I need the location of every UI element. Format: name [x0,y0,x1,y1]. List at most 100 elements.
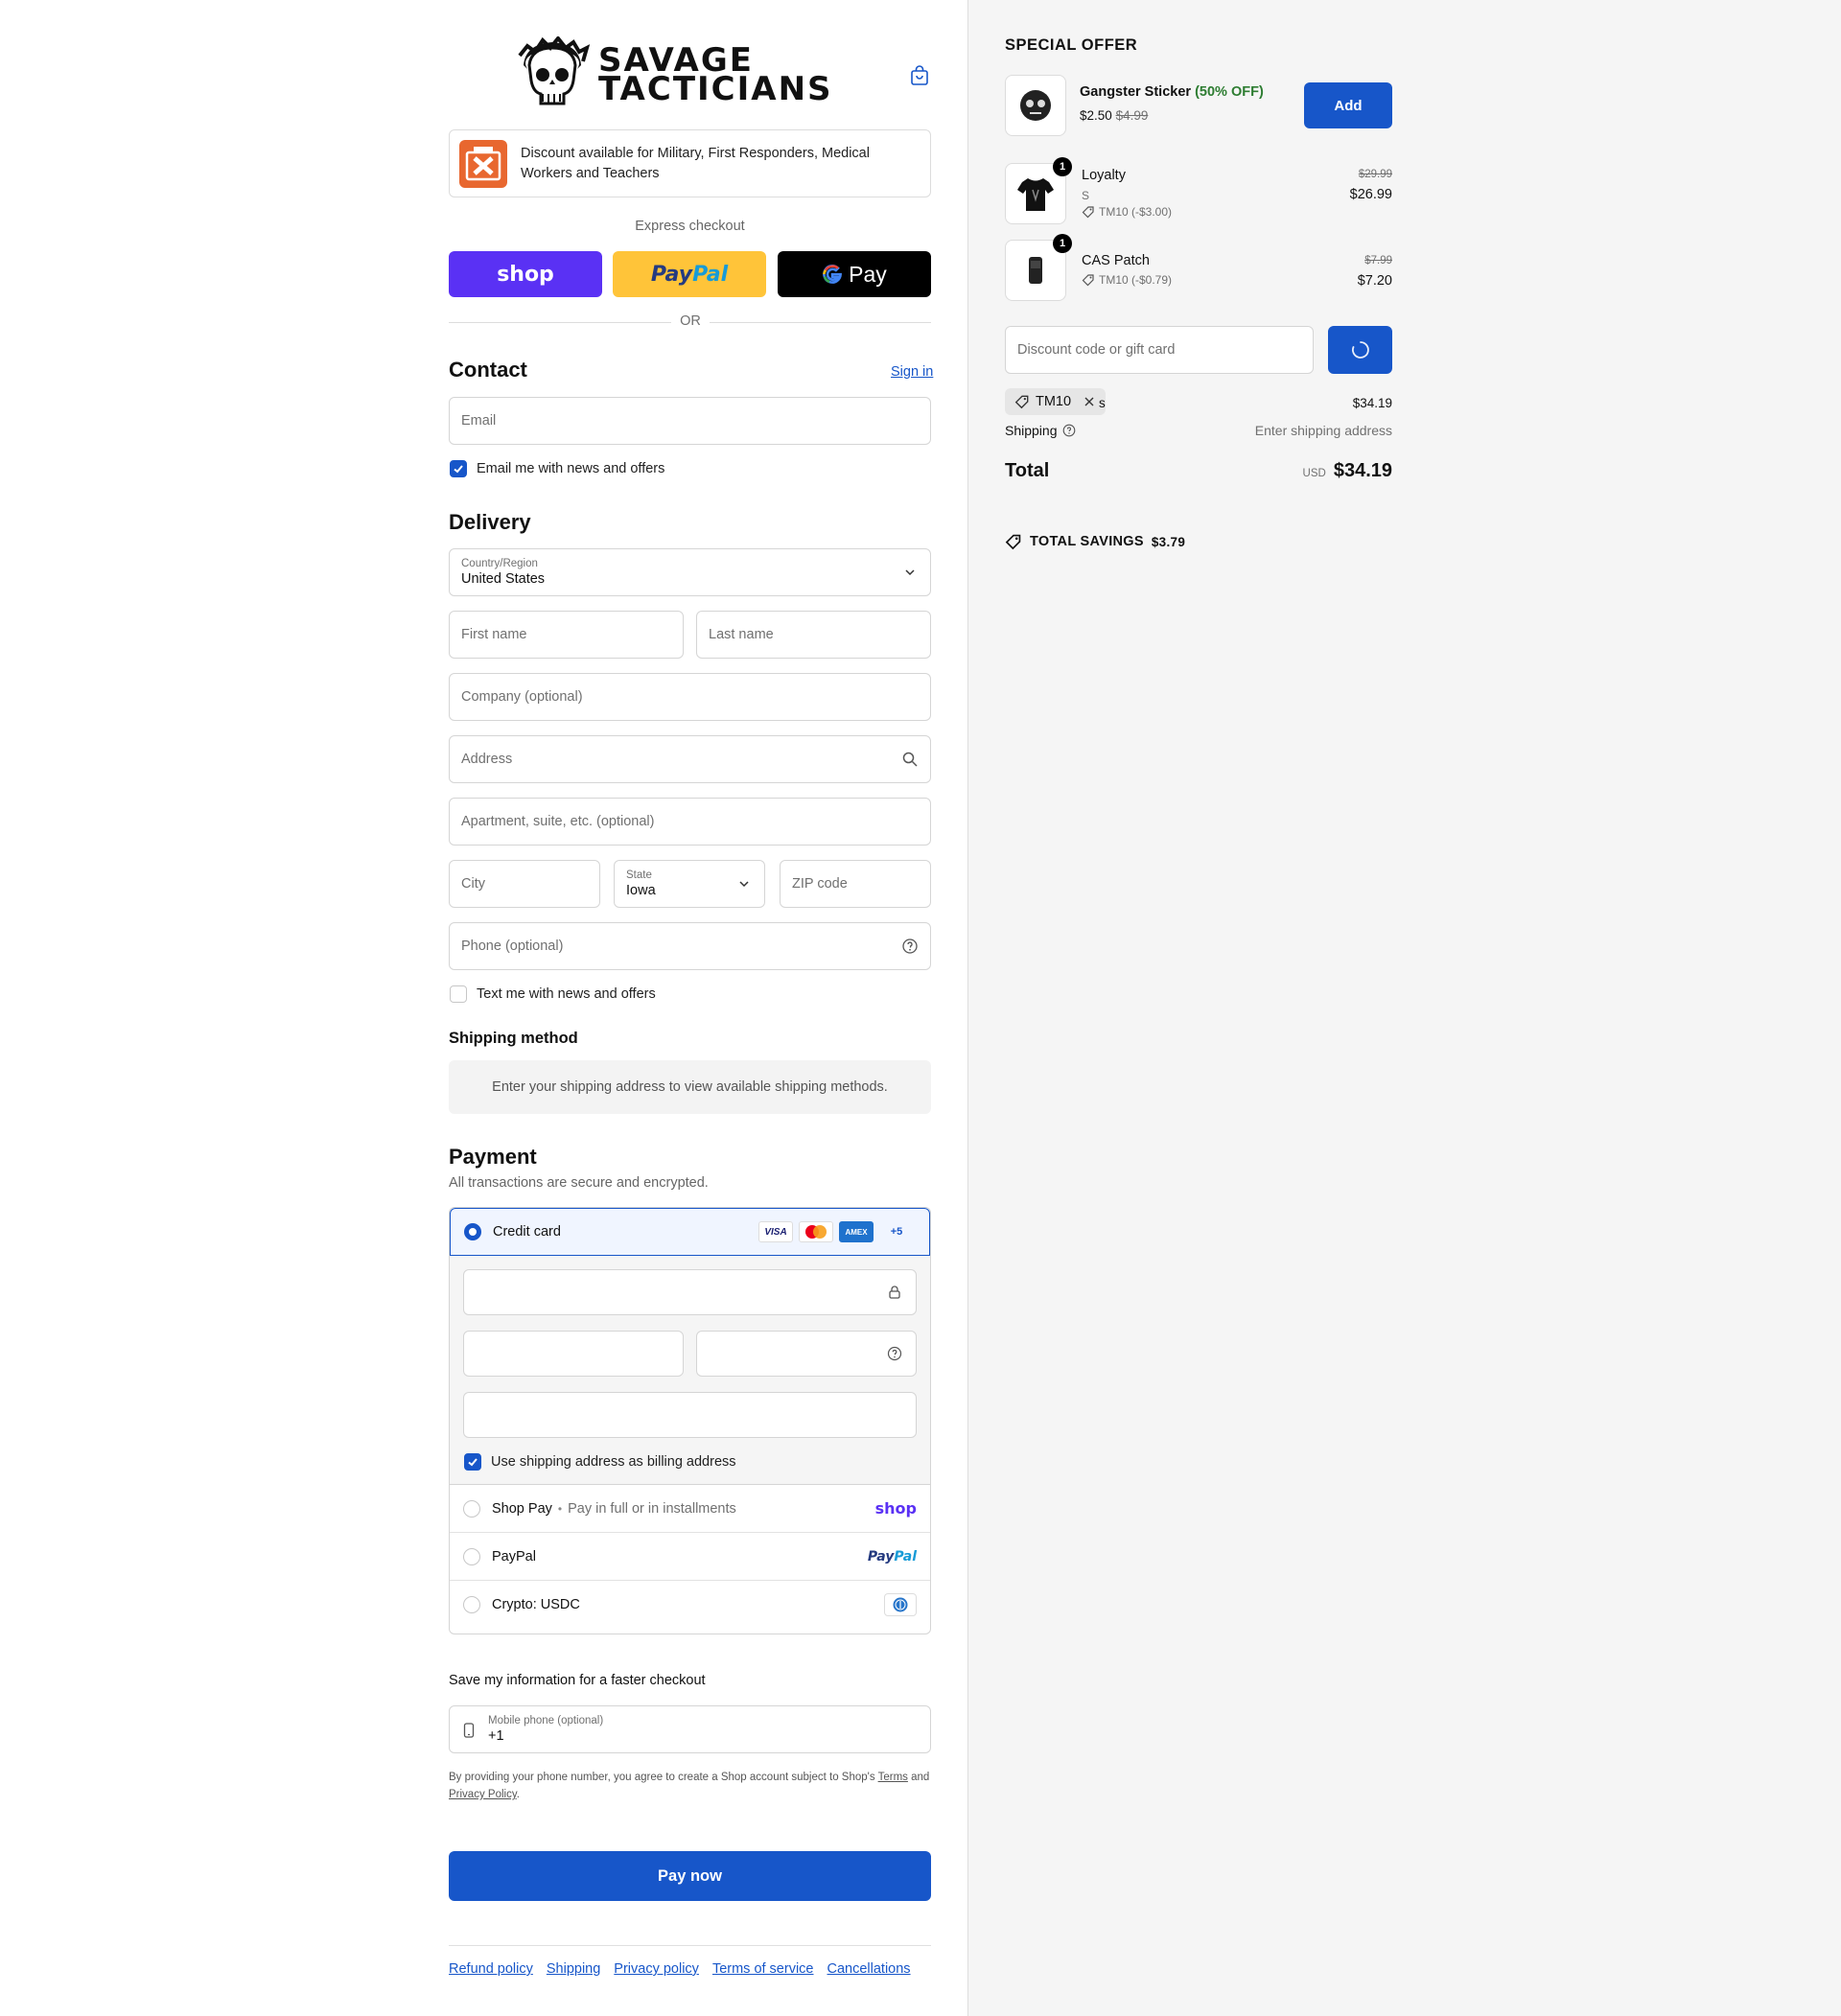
total-savings-value: $3.79 [1151,534,1186,549]
currency-code: USD [1302,468,1326,479]
phone-field[interactable]: Phone (optional) [449,922,931,970]
shipping-row-value: Enter shipping address [1254,423,1392,438]
shop-terms-text: By providing your phone number, you agre… [449,1772,875,1783]
shop-pay-label: Shop Pay [492,1500,552,1517]
tag-icon [1082,206,1094,219]
brand-logo[interactable]: SAVAGE TACTICIANS [514,36,833,113]
state-select[interactable]: State Iowa [614,860,765,908]
skull-logo-icon [518,36,591,105]
patch-icon [1029,257,1042,284]
more-cards-count: +5 [890,1226,903,1238]
privacy-policy-link[interactable]: Privacy Policy [449,1789,517,1800]
terms-of-service-link[interactable]: Terms of service [712,1961,814,1977]
paypal-option[interactable]: PayPal PayPal [450,1533,930,1581]
google-pay-label: Pay [849,261,887,287]
country-value: United States [461,571,546,587]
email-field[interactable]: Email [449,397,931,445]
cart-item-price: $26.99 [1349,187,1392,202]
amex-logo: AMEX [839,1221,874,1242]
delivery-heading: Delivery [449,510,531,534]
google-pay-express-button[interactable]: Pay [778,251,931,297]
subtotal-value: $34.19 [1352,396,1392,410]
cart-item-discount: TM10 (-$0.79) [1082,273,1172,287]
check-icon [468,1458,478,1467]
cart-item-compare-price: $7.99 [1364,255,1392,266]
shop-pay-option[interactable]: Shop Pay • Pay in full or in installment… [450,1485,930,1533]
applied-discount-code: TM10 [1036,394,1072,409]
crypto-radio[interactable] [463,1596,480,1613]
close-icon[interactable] [1083,395,1096,408]
billing-same-option[interactable]: Use shipping address as billing address [464,1453,736,1471]
help-circle-icon[interactable] [901,938,919,955]
text-news-label: Text me with news and offers [477,986,656,1002]
offer-price-row: $2.50 $4.99 [1080,108,1148,123]
check-icon [454,465,463,474]
shop-pay-express-button[interactable]: shop [449,251,602,297]
crypto-option[interactable]: Crypto: USDC [450,1581,930,1629]
apartment-field[interactable]: Apartment, suite, etc. (optional) [449,798,931,846]
mobile-phone-label: Mobile phone (optional) [488,1715,604,1726]
discount-banner[interactable]: Discount available for Military, First R… [449,129,931,197]
loading-spinner-icon [1351,341,1369,359]
save-info-title: Save my information for a faster checkou… [449,1673,706,1688]
discount-code-input[interactable]: Discount code or gift card [1005,326,1314,374]
company-placeholder: Company (optional) [461,689,583,705]
privacy-policy-footer-link[interactable]: Privacy policy [614,1961,699,1977]
special-offer-heading: SPECIAL OFFER [1005,36,1138,54]
sign-in-link[interactable]: Sign in [891,364,933,380]
last-name-field[interactable]: Last name [696,611,931,659]
text-news-checkbox[interactable] [450,985,467,1003]
company-field[interactable]: Company (optional) [449,673,931,721]
paypal-radio[interactable] [463,1547,480,1565]
search-icon[interactable] [901,751,919,768]
help-circle-icon[interactable] [887,1346,902,1361]
mobile-phone-field[interactable]: Mobile phone (optional) +1 [449,1705,931,1753]
express-checkout-title: Express checkout [635,219,745,234]
apartment-placeholder: Apartment, suite, etc. (optional) [461,814,655,829]
text-news-option[interactable]: Text me with news and offers [450,985,656,1003]
terms-link[interactable]: Terms [878,1772,908,1783]
country-select[interactable]: Country/Region United States [449,548,931,596]
or-label: OR [671,313,710,329]
sticker-skull-icon [1020,90,1051,121]
billing-same-checkbox[interactable] [464,1453,481,1471]
shipping-link[interactable]: Shipping [547,1961,600,1977]
cart-item-name: Loyalty [1082,168,1126,183]
footer-links: Refund policy Shipping Privacy policy Te… [449,1961,911,1977]
shop-pay-radio[interactable] [463,1499,480,1518]
and-text: and [911,1772,930,1783]
first-name-field[interactable]: First name [449,611,684,659]
expiry-field[interactable] [463,1331,684,1377]
total-savings-label: TOTAL SAVINGS [1030,534,1144,549]
brand-line-2: TACTICIANS [598,70,833,108]
paypal-express-button[interactable]: PayPal [613,251,766,297]
payment-subtitle: All transactions are secure and encrypte… [449,1175,709,1191]
name-on-card-field[interactable] [463,1392,917,1438]
shipping-method-heading: Shipping method [449,1030,578,1047]
banner-text: Discount available for Military, First R… [521,145,870,181]
card-number-field[interactable] [463,1269,917,1315]
credit-card-option[interactable]: Credit card VISA AMEX +5 [450,1208,930,1256]
email-news-option[interactable]: Email me with news and offers [450,460,664,477]
email-news-checkbox[interactable] [450,460,467,477]
cancellations-link[interactable]: Cancellations [827,1961,911,1977]
terms-period: . [516,1789,520,1800]
credit-card-radio[interactable] [464,1223,481,1240]
security-code-field[interactable] [696,1331,917,1377]
city-field[interactable]: City [449,860,600,908]
offer-discount: (50% OFF) [1195,84,1264,100]
help-circle-icon[interactable] [1062,424,1076,437]
first-name-placeholder: First name [461,627,527,642]
footer-divider [449,1945,931,1946]
paypal-logo: PayPal [867,1548,917,1564]
shopping-bag-icon[interactable] [908,64,931,87]
add-offer-button[interactable]: Add [1304,82,1392,128]
shop-terms-notice: By providing your phone number, you agre… [449,1769,931,1803]
pay-now-button[interactable]: Pay now [449,1851,931,1901]
apply-discount-button[interactable] [1328,326,1392,374]
tag-icon [1005,534,1021,550]
refund-policy-link[interactable]: Refund policy [449,1961,533,1977]
zip-field[interactable]: ZIP code [780,860,931,908]
address-field[interactable]: Address [449,735,931,783]
email-news-label: Email me with news and offers [477,461,665,476]
